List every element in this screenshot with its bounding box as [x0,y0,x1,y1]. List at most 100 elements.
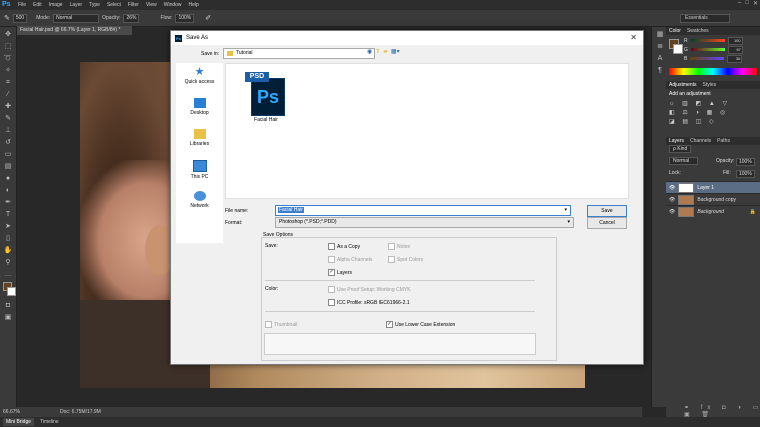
r-value[interactable]: 100 [727,36,743,45]
layer-actions[interactable]: ⚭ fx ◘ ◑ ▭ ▣ 🗑 [666,404,760,418]
background-color[interactable] [7,287,16,296]
document-tab[interactable]: Facial Hair.psd @ 66.7% (Layer 1, RGB/8#… [17,26,132,35]
adjustment-icons-row3[interactable]: ◪ ▤ ◫ ◇ [669,118,757,125]
history-brush-icon[interactable]: ↺ [3,138,13,147]
chevron-down-icon[interactable]: ▾ [564,206,567,215]
path-select-tool-icon[interactable]: ➤ [3,222,13,231]
r-slider[interactable]: R 100 [666,36,743,45]
menu-filter[interactable]: Filter [128,2,139,8]
flow-field[interactable]: 100% [175,13,195,23]
menu-file[interactable]: File [18,2,26,8]
healing-tool-icon[interactable]: ✚ [3,102,13,111]
menu-view[interactable]: View [146,2,157,8]
crop-tool-icon[interactable]: ⌗ [3,78,13,87]
place-quick-access[interactable]: ★ Quick access [176,67,223,94]
brush-size-field[interactable]: 500 [12,13,28,23]
more-tools-icon[interactable]: … [3,270,13,279]
menu-window[interactable]: Window [164,2,182,8]
mode-select[interactable]: Normal [53,13,100,23]
hand-tool-icon[interactable]: ✋ [3,246,13,255]
layer-opacity-field[interactable]: 100% [736,158,755,166]
lasso-tool-icon[interactable]: ➰ [3,54,13,63]
place-network[interactable]: Network [176,191,223,218]
character-panel-icon[interactable]: A [655,54,665,63]
menu-edit[interactable]: Edit [33,2,42,8]
view-menu-icon[interactable]: ▦▾ [391,48,400,55]
quick-select-tool-icon[interactable]: ✧ [3,66,13,75]
layer-name[interactable]: Background copy [697,197,736,203]
eye-icon[interactable]: 👁 [669,209,675,215]
blur-tool-icon[interactable]: ● [3,174,13,183]
zoom-tool-icon[interactable]: ⚲ [3,258,13,267]
back-icon[interactable]: ◉ [367,48,372,55]
eraser-tool-icon[interactable]: ▭ [3,150,13,159]
history-panel-icon[interactable]: ▦ [655,30,665,39]
quick-mask-icon[interactable]: ◘ [3,301,13,310]
save-in-select[interactable]: Tutorial ▾ [223,48,375,59]
kind-filter[interactable]: ρ Kind [669,145,692,153]
layer-row[interactable]: 👁 Background 🔒 [666,205,760,217]
alpha-channels-checkbox[interactable]: Alpha Channels [328,256,372,263]
file-list[interactable]: Ps PSD Facial Hair [225,63,629,199]
menu-image[interactable]: Image [49,2,63,8]
fill-field[interactable]: 100% [736,170,755,178]
move-tool-icon[interactable]: ✥ [3,30,13,39]
cancel-button[interactable]: Cancel [587,217,627,229]
zoom-level[interactable]: 66.67% [3,409,20,415]
g-value[interactable]: 67 [727,45,743,54]
use-proof-checkbox[interactable]: Use Proof Setup: Working CMYK [328,286,411,293]
eye-icon[interactable]: 👁 [669,197,675,203]
airbrush-icon[interactable]: ✐ [205,14,211,22]
paragraph-panel-icon[interactable]: ¶ [655,66,665,75]
workspace-select[interactable]: Essentials [680,14,730,23]
menu-select[interactable]: Select [107,2,121,8]
layer-name[interactable]: Layer 1 [697,185,714,191]
tab-layers[interactable]: Layers [669,138,684,144]
menu-layer[interactable]: Layer [70,2,83,8]
tab-mini-bridge[interactable]: Mini Bridge [3,418,35,426]
dodge-tool-icon[interactable]: ◐ [3,186,13,195]
gradient-tool-icon[interactable]: ▤ [3,162,13,171]
thumbnail-checkbox[interactable]: Thumbnail [265,321,297,328]
save-button[interactable]: Save [587,205,627,217]
file-name-input[interactable]: Facial Hair ▾ [275,205,571,216]
icc-profile-checkbox[interactable]: ICC Profile: sRGB IEC61966-2.1 [328,299,410,306]
as-copy-checkbox[interactable]: As a Copy [328,243,360,250]
tab-paths[interactable]: Paths [717,138,730,144]
layer-name[interactable]: Background [697,209,724,215]
brush-tool-icon[interactable]: ✎ [4,14,10,22]
eye-icon[interactable]: 👁 [669,185,675,191]
g-slider[interactable]: G 67 [666,45,743,54]
close-icon[interactable]: ✕ [630,33,637,42]
pen-tool-icon[interactable]: ✒ [3,198,13,207]
notes-checkbox[interactable]: Notes [388,243,410,250]
maximize-button[interactable]: □ [745,0,749,7]
place-this-pc[interactable]: This PC [176,160,223,187]
place-libraries[interactable]: Libraries [176,129,223,156]
place-desktop[interactable]: Desktop [176,98,223,125]
shape-tool-icon[interactable]: ▯ [3,234,13,243]
tab-swatches[interactable]: Swatches [687,28,709,34]
blend-mode-select[interactable]: Normal [669,157,699,165]
tab-styles[interactable]: Styles [703,82,717,88]
adjustment-icons-row2[interactable]: ◧ ⚖ ◑ ▦ ◎ [669,109,757,116]
screen-mode-icon[interactable]: ▣ [3,313,13,322]
up-folder-icon[interactable]: ⇧ [375,48,380,55]
color-spectrum[interactable] [669,68,757,75]
opacity-field[interactable]: 26% [123,13,140,23]
lowercase-extension-checkbox[interactable]: ✓ Use Lower Case Extension [386,321,455,328]
close-window-button[interactable]: ✕ [753,0,758,7]
layer-row[interactable]: 👁 Layer 1 [666,181,760,193]
menu-help[interactable]: Help [189,2,199,8]
layers-checkbox[interactable]: ✓ Layers [328,269,352,276]
tab-color[interactable]: Color [669,28,681,34]
stamp-tool-icon[interactable]: ⊥ [3,126,13,135]
tab-channels[interactable]: Channels [690,138,711,144]
adjustment-icons[interactable]: ☼ ▥ ◩ ▲ ▽ [669,100,757,107]
spot-colors-checkbox[interactable]: Spot Colors [388,256,423,263]
marquee-tool-icon[interactable]: ⬚ [3,42,13,51]
b-value[interactable]: 36 [727,54,743,63]
tab-timeline[interactable]: Timeline [40,419,59,425]
color-swatches[interactable] [3,282,16,298]
tab-adjustments[interactable]: Adjustments [669,82,697,88]
